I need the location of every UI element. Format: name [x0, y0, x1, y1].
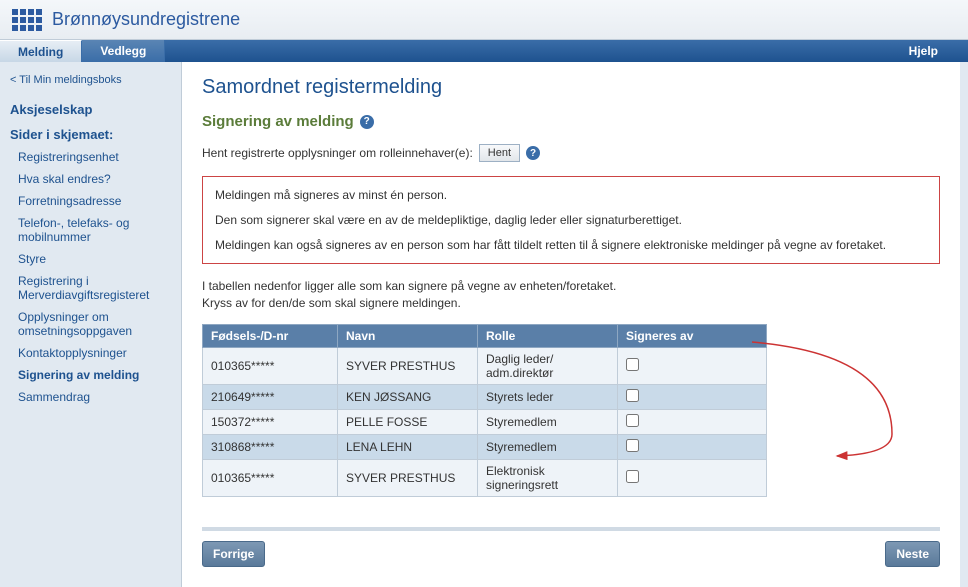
table-row: 210649***** KEN JØSSANG Styrets leder: [203, 384, 767, 409]
th-fodsels: Fødsels-/D-nr: [203, 324, 338, 347]
alert-line-3: Meldingen kan også signeres av en person…: [215, 237, 927, 254]
sidebar-section-aksjeselskap: Aksjeselskap: [0, 96, 181, 121]
cell-fnr: 010365*****: [203, 459, 338, 496]
site-title: Brønnøysundregistrene: [52, 9, 240, 30]
cell-role: Daglig leder/ adm.direktør: [478, 347, 618, 384]
section-heading: Signering av melding ?: [202, 113, 940, 130]
sidebar-item-styre[interactable]: Styre: [0, 248, 181, 270]
alert-line-2: Den som signerer skal være en av de meld…: [215, 212, 927, 229]
next-button[interactable]: Neste: [885, 541, 940, 567]
fetch-row: Hent registrerte opplysninger om rollein…: [202, 144, 940, 162]
cell-name: SYVER PRESTHUS: [338, 459, 478, 496]
signers-table: Fødsels-/D-nr Navn Rolle Signeres av 010…: [202, 324, 767, 497]
section-heading-text: Signering av melding: [202, 113, 354, 130]
th-navn: Navn: [338, 324, 478, 347]
cell-name: PELLE FOSSE: [338, 409, 478, 434]
sidebar: < Til Min meldingsboks Aksjeselskap Side…: [0, 62, 182, 587]
sign-checkbox[interactable]: [626, 470, 639, 483]
table-instruction: I tabellen nedenfor ligger alle som kan …: [202, 278, 940, 312]
sidebar-item-sammendrag[interactable]: Sammendrag: [0, 386, 181, 408]
cell-name: LENA LEHN: [338, 434, 478, 459]
help-link[interactable]: Hjelp: [909, 44, 938, 58]
instruction-line-1: I tabellen nedenfor ligger alle som kan …: [202, 279, 616, 293]
cell-fnr: 210649*****: [203, 384, 338, 409]
cell-name: SYVER PRESTHUS: [338, 347, 478, 384]
help-icon[interactable]: ?: [526, 146, 540, 160]
logo-icon: [12, 9, 42, 31]
topbar: Melding Vedlegg Hjelp: [0, 40, 968, 62]
th-rolle: Rolle: [478, 324, 618, 347]
page-title: Samordnet registermelding: [202, 76, 940, 99]
sidebar-section-sider: Sider i skjemaet:: [0, 121, 181, 146]
table-row: 150372***** PELLE FOSSE Styremedlem: [203, 409, 767, 434]
back-to-inbox-link[interactable]: < Til Min meldingsboks: [0, 70, 181, 96]
cell-role: Styrets leder: [478, 384, 618, 409]
cell-fnr: 150372*****: [203, 409, 338, 434]
th-signeres: Signeres av: [618, 324, 767, 347]
cell-name: KEN JØSSANG: [338, 384, 478, 409]
sign-checkbox[interactable]: [626, 358, 639, 371]
cell-fnr: 310868*****: [203, 434, 338, 459]
instruction-line-2: Kryss av for den/de som skal signere mel…: [202, 296, 461, 310]
prev-button[interactable]: Forrige: [202, 541, 265, 567]
sidebar-item-mva[interactable]: Registrering i Merverdiavgiftsregisteret: [0, 270, 181, 306]
cell-fnr: 010365*****: [203, 347, 338, 384]
tab-melding[interactable]: Melding: [0, 40, 82, 62]
sidebar-item-registreringsenhet[interactable]: Registreringsenhet: [0, 146, 181, 168]
sidebar-item-signering[interactable]: Signering av melding: [0, 364, 181, 386]
content: Samordnet registermelding Signering av m…: [182, 62, 960, 587]
table-row: 310868***** LENA LEHN Styremedlem: [203, 434, 767, 459]
fetch-button[interactable]: Hent: [479, 144, 520, 162]
right-gutter: [960, 62, 968, 587]
table-row: 010365***** SYVER PRESTHUS Daglig leder/…: [203, 347, 767, 384]
site-header: Brønnøysundregistrene Pålogget: KEN JØSS…: [0, 0, 968, 40]
table-row: 010365***** SYVER PRESTHUS Elektronisk s…: [203, 459, 767, 496]
sidebar-item-forretningsadresse[interactable]: Forretningsadresse: [0, 190, 181, 212]
help-icon[interactable]: ?: [360, 115, 374, 129]
sidebar-item-omsetningsoppgaven[interactable]: Opplysninger om omsetningsoppgaven: [0, 306, 181, 342]
sidebar-item-telefon[interactable]: Telefon-, telefaks- og mobilnummer: [0, 212, 181, 248]
alert-box: Meldingen må signeres av minst én person…: [202, 176, 940, 264]
footer-nav: Forrige Neste: [202, 527, 940, 567]
sidebar-item-hva-skal-endres[interactable]: Hva skal endres?: [0, 168, 181, 190]
sign-checkbox[interactable]: [626, 414, 639, 427]
cell-role: Styremedlem: [478, 409, 618, 434]
fetch-label: Hent registrerte opplysninger om rollein…: [202, 146, 473, 160]
sidebar-item-kontaktopplysninger[interactable]: Kontaktopplysninger: [0, 342, 181, 364]
sign-checkbox[interactable]: [626, 389, 639, 402]
alert-line-1: Meldingen må signeres av minst én person…: [215, 187, 927, 204]
tab-vedlegg[interactable]: Vedlegg: [82, 40, 165, 62]
sign-checkbox[interactable]: [626, 439, 639, 452]
cell-role: Elektronisk signeringsrett: [478, 459, 618, 496]
cell-role: Styremedlem: [478, 434, 618, 459]
